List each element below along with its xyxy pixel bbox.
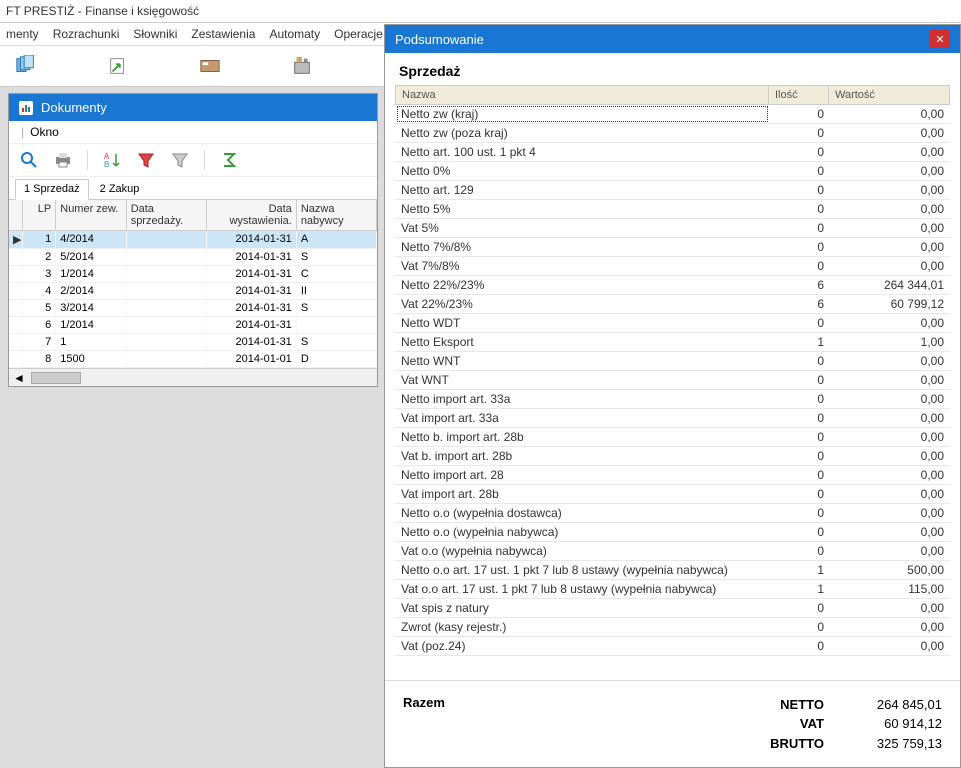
summary-row[interactable]: Vat spis z natury00,00: [395, 599, 950, 618]
summary-row[interactable]: Vat import art. 33a00,00: [395, 409, 950, 428]
summary-row[interactable]: Vat WNT00,00: [395, 371, 950, 390]
col-data-sprzedazy[interactable]: Data sprzedaży.: [127, 200, 207, 230]
table-row[interactable]: 42/20142014-01-31II: [9, 283, 377, 300]
summary-row[interactable]: Netto o.o (wypełnia nabywca)00,00: [395, 523, 950, 542]
netto-value: 264 845,01: [842, 695, 942, 715]
sort-icon[interactable]: AB: [102, 150, 122, 170]
table-row[interactable]: 61/20142014-01-31: [9, 317, 377, 334]
col-ilosc[interactable]: Ilość: [769, 86, 829, 104]
toolbar-import-icon[interactable]: [102, 52, 134, 80]
app-title: FT PRESTIŻ - Finanse i księgowość: [0, 0, 961, 23]
tab-1-sprzedaż[interactable]: 1 Sprzedaż: [15, 179, 89, 200]
documents-title: Dokumenty: [41, 100, 107, 115]
scrollbar-thumb[interactable]: [31, 372, 81, 384]
table-row[interactable]: 31/20142014-01-31C: [9, 266, 377, 283]
col-data-wystawienia[interactable]: Data wystawienia.: [207, 200, 297, 230]
summary-row[interactable]: Netto import art. 2800,00: [395, 466, 950, 485]
summary-row[interactable]: Netto o.o (wypełnia dostawca)00,00: [395, 504, 950, 523]
tab-2-zakup[interactable]: 2 Zakup: [91, 179, 149, 199]
summary-title: Podsumowanie: [395, 32, 484, 47]
summary-grid: Nazwa Ilość Wartość Netto zw (kraj)00,00…: [385, 85, 960, 680]
col-nazwa[interactable]: Nazwa: [396, 86, 769, 104]
docs-tabs: 1 Sprzedaż2 Zakup: [9, 177, 377, 200]
brutto-label: BRUTTO: [744, 734, 824, 754]
chart-icon: [19, 101, 33, 115]
filter-grey-icon[interactable]: [170, 150, 190, 170]
summary-row[interactable]: Zwrot (kasy rejestr.)00,00: [395, 618, 950, 637]
table-row[interactable]: 25/20142014-01-31S: [9, 249, 377, 266]
menu-item-rozrachunki[interactable]: Rozrachunki: [53, 27, 120, 41]
toolbar-card-icon[interactable]: [194, 52, 226, 80]
summary-row[interactable]: Netto art. 100 ust. 1 pkt 400,00: [395, 143, 950, 162]
summary-row[interactable]: Vat 22%/23%660 799,12: [395, 295, 950, 314]
summary-row[interactable]: Netto import art. 33a00,00: [395, 390, 950, 409]
summary-row[interactable]: Netto o.o art. 17 ust. 1 pkt 7 lub 8 ust…: [395, 561, 950, 580]
summary-panel: Podsumowanie ✕ Sprzedaż Nazwa Ilość Wart…: [384, 24, 961, 768]
docs-tools: AB: [9, 144, 377, 177]
summary-row[interactable]: Netto WNT00,00: [395, 352, 950, 371]
summary-row[interactable]: Vat (poz.24)00,00: [395, 637, 950, 656]
brutto-value: 325 759,13: [842, 734, 942, 754]
docs-grid: LP Numer zew. Data sprzedaży. Data wysta…: [9, 200, 377, 368]
summary-row[interactable]: Netto zw (kraj)00,00: [395, 105, 950, 124]
summary-footer: Razem NETTO 264 845,01 VAT 60 914,12 BRUTT…: [385, 680, 960, 768]
menu-item-operacje[interactable]: Operacje: [334, 27, 383, 41]
summary-row[interactable]: Netto Eksport11,00: [395, 333, 950, 352]
summary-row[interactable]: Vat 5%00,00: [395, 219, 950, 238]
razem-label: Razem: [403, 695, 445, 710]
summary-row[interactable]: Netto 5%00,00: [395, 200, 950, 219]
vat-label: VAT: [744, 714, 824, 734]
toolbar-register-icon[interactable]: [286, 52, 318, 80]
col-nabywca[interactable]: Nazwa nabywcy: [297, 200, 377, 230]
documents-titlebar: Dokumenty: [9, 94, 377, 121]
sum-icon[interactable]: [219, 150, 239, 170]
summary-row[interactable]: Netto WDT00,00: [395, 314, 950, 333]
menu-item-słowniki[interactable]: Słowniki: [133, 27, 177, 41]
table-row[interactable]: 53/20142014-01-31S: [9, 300, 377, 317]
search-icon[interactable]: [19, 150, 39, 170]
summary-row[interactable]: Netto zw (poza kraj)00,00: [395, 124, 950, 143]
table-row[interactable]: ▶14/20142014-01-31A: [9, 231, 377, 249]
table-row[interactable]: 712014-01-31S: [9, 334, 377, 351]
toolbar-docs-icon[interactable]: [10, 52, 42, 80]
print-icon[interactable]: [53, 150, 73, 170]
summary-row[interactable]: Vat b. import art. 28b00,00: [395, 447, 950, 466]
horizontal-scrollbar[interactable]: ◄: [9, 368, 377, 386]
svg-text:B: B: [104, 160, 109, 169]
summary-row[interactable]: Vat import art. 28b00,00: [395, 485, 950, 504]
col-numer[interactable]: Numer zew.: [56, 200, 126, 230]
netto-label: NETTO: [744, 695, 824, 715]
summary-row[interactable]: Netto b. import art. 28b00,00: [395, 428, 950, 447]
documents-panel: Dokumenty |Okno AB 1 Sprzedaż2 Zakup LP …: [8, 93, 378, 387]
summary-row[interactable]: Vat o.o (wypełnia nabywca)00,00: [395, 542, 950, 561]
close-button[interactable]: ✕: [930, 30, 950, 48]
table-row[interactable]: 815002014-01-01D: [9, 351, 377, 368]
menu-item-automaty[interactable]: Automaty: [269, 27, 320, 41]
summary-row[interactable]: Netto 22%/23%6264 344,01: [395, 276, 950, 295]
vat-value: 60 914,12: [842, 714, 942, 734]
summary-row[interactable]: Vat o.o art. 17 ust. 1 pkt 7 lub 8 ustaw…: [395, 580, 950, 599]
summary-row[interactable]: Netto 7%/8%00,00: [395, 238, 950, 257]
okno-row: |Okno: [9, 121, 377, 144]
docs-grid-header: LP Numer zew. Data sprzedaży. Data wysta…: [9, 200, 377, 231]
menu-item-menty[interactable]: menty: [6, 27, 39, 41]
summary-titlebar: Podsumowanie ✕: [385, 25, 960, 53]
filter-red-icon[interactable]: [136, 150, 156, 170]
menu-item-zestawienia[interactable]: Zestawienia: [191, 27, 255, 41]
summary-heading: Sprzedaż: [385, 53, 960, 85]
col-wartosc[interactable]: Wartość: [829, 86, 949, 104]
totals: NETTO 264 845,01 VAT 60 914,12 BRUTTO 325 7…: [744, 695, 942, 754]
scroll-left-icon[interactable]: ◄: [13, 371, 25, 385]
okno-label[interactable]: Okno: [30, 125, 59, 139]
summary-row[interactable]: Vat 7%/8%00,00: [395, 257, 950, 276]
summary-grid-header: Nazwa Ilość Wartość: [395, 85, 950, 105]
summary-row[interactable]: Netto 0%00,00: [395, 162, 950, 181]
summary-row[interactable]: Netto art. 12900,00: [395, 181, 950, 200]
col-lp[interactable]: LP: [23, 200, 56, 230]
